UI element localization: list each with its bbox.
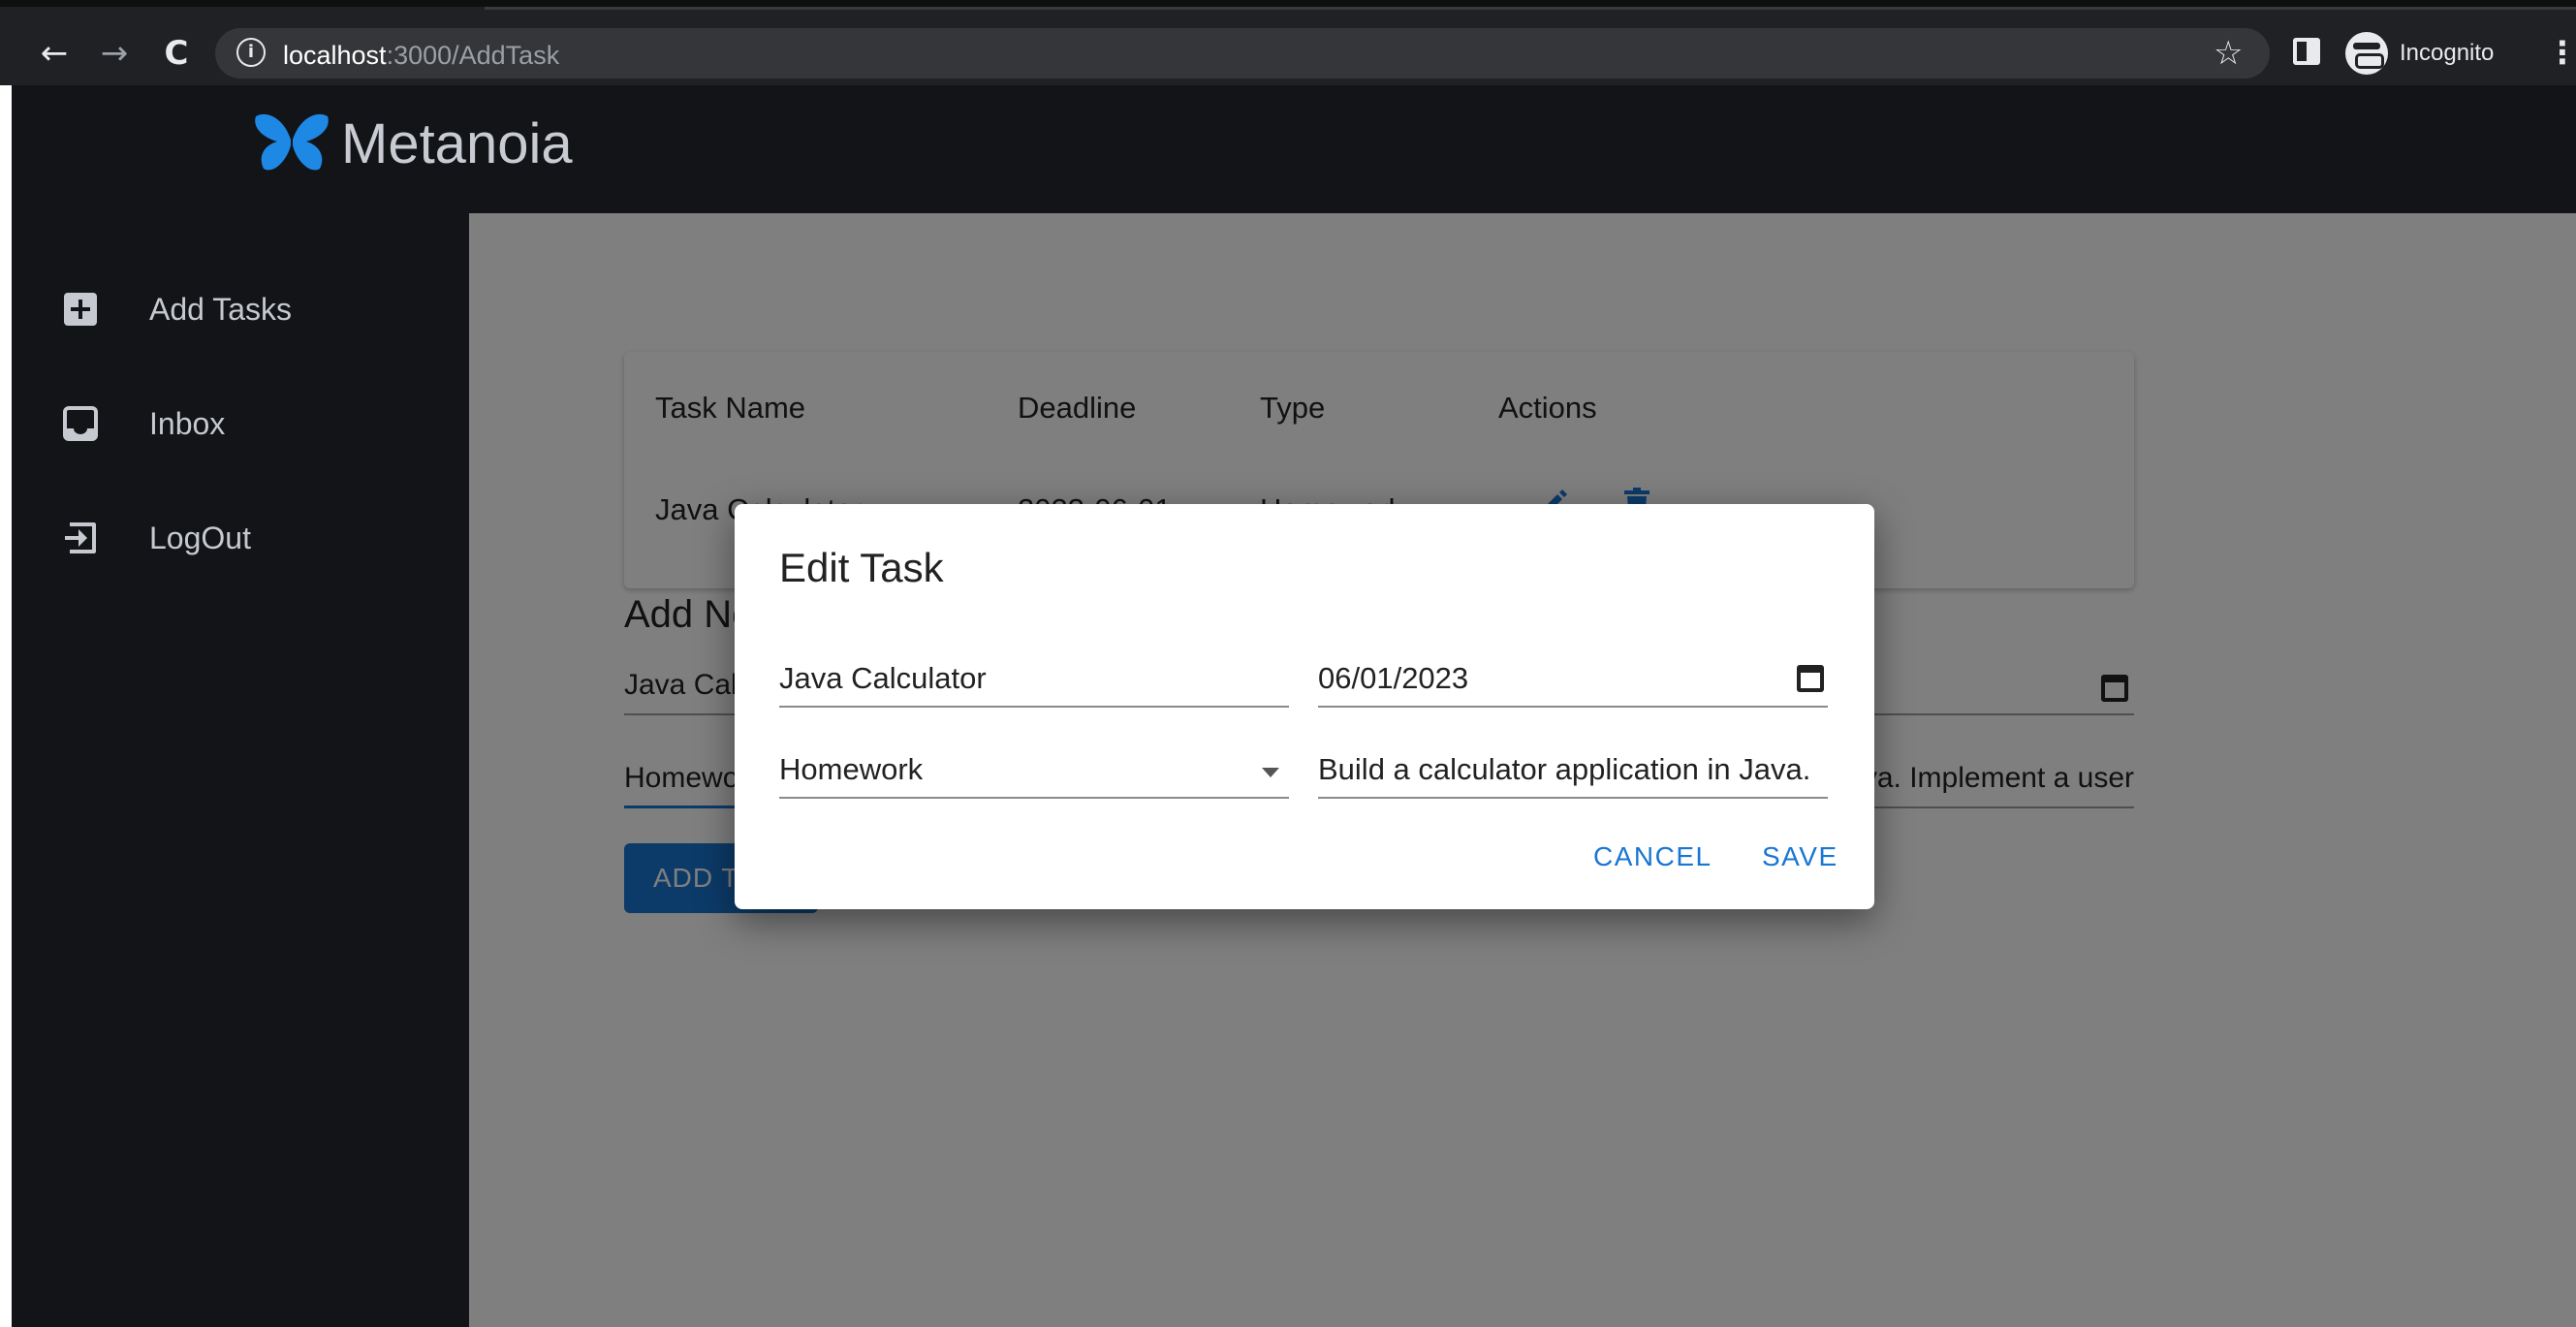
incognito-profile[interactable]: Incognito — [2345, 30, 2494, 77]
dropdown-arrow-icon — [1262, 768, 1279, 777]
sidebar-item-logout[interactable]: LogOut — [12, 494, 469, 582]
dialog-type-select[interactable]: Homework — [779, 741, 1289, 799]
bookmark-star-icon[interactable]: ☆ — [2214, 34, 2243, 73]
sidebar-item-label: Inbox — [149, 405, 226, 441]
address-bar[interactable]: i localhost:3000/AddTask — [215, 28, 2270, 79]
sidebar-item-label: LogOut — [149, 520, 251, 555]
dialog-deadline-input[interactable]: 06/01/2023 — [1318, 649, 1828, 708]
brand[interactable]: Metanoia — [254, 111, 573, 176]
tab-strip — [485, 7, 2576, 10]
back-arrow-icon[interactable]: ← — [33, 32, 76, 75]
sidebar-item-add-tasks[interactable]: Add Tasks — [12, 266, 469, 353]
url-host: localhost — [283, 41, 387, 70]
add-box-icon — [64, 293, 97, 326]
dialog-description-value: Build a calculator application in Java. — [1318, 752, 1811, 786]
side-panel-icon[interactable] — [2293, 38, 2320, 65]
sidebar: Add Tasks Inbox LogOut — [12, 213, 469, 1327]
inbox-icon — [63, 406, 98, 441]
incognito-icon — [2345, 32, 2388, 75]
url-path: :3000/AddTask — [386, 41, 560, 70]
app-title: Metanoia — [341, 111, 573, 175]
url-text[interactable]: localhost:3000/AddTask — [283, 41, 559, 71]
reload-icon[interactable]: C — [155, 32, 198, 75]
cancel-button[interactable]: CANCEL — [1593, 841, 1712, 872]
incognito-label: Incognito — [2400, 40, 2495, 66]
logout-icon — [65, 522, 96, 553]
sidebar-item-inbox[interactable]: Inbox — [12, 380, 469, 467]
edit-task-dialog: Edit Task Java Calculator 06/01/2023 Hom… — [735, 504, 1874, 909]
dialog-deadline-value: 06/01/2023 — [1318, 661, 1469, 695]
app-header: Metanoia — [12, 85, 2576, 213]
dialog-title: Edit Task — [779, 545, 944, 590]
save-button[interactable]: SAVE — [1762, 841, 1838, 872]
calendar-icon[interactable] — [1797, 665, 1824, 692]
sidebar-item-label: Add Tasks — [149, 291, 293, 327]
butterfly-logo-icon — [255, 113, 329, 171]
browser-toolbar: ← → C i localhost:3000/AddTask ☆ Incogni… — [0, 0, 2576, 85]
dialog-task-name-input[interactable]: Java Calculator — [779, 649, 1289, 708]
dialog-description-input[interactable]: Build a calculator application in Java. — [1318, 741, 1828, 799]
browser-menu-icon[interactable]: ⋮ — [2547, 34, 2576, 71]
site-info-icon[interactable]: i — [236, 38, 266, 67]
dialog-task-name-value: Java Calculator — [779, 661, 987, 695]
forward-arrow-icon[interactable]: → — [93, 32, 136, 75]
dialog-type-value: Homework — [779, 752, 924, 786]
